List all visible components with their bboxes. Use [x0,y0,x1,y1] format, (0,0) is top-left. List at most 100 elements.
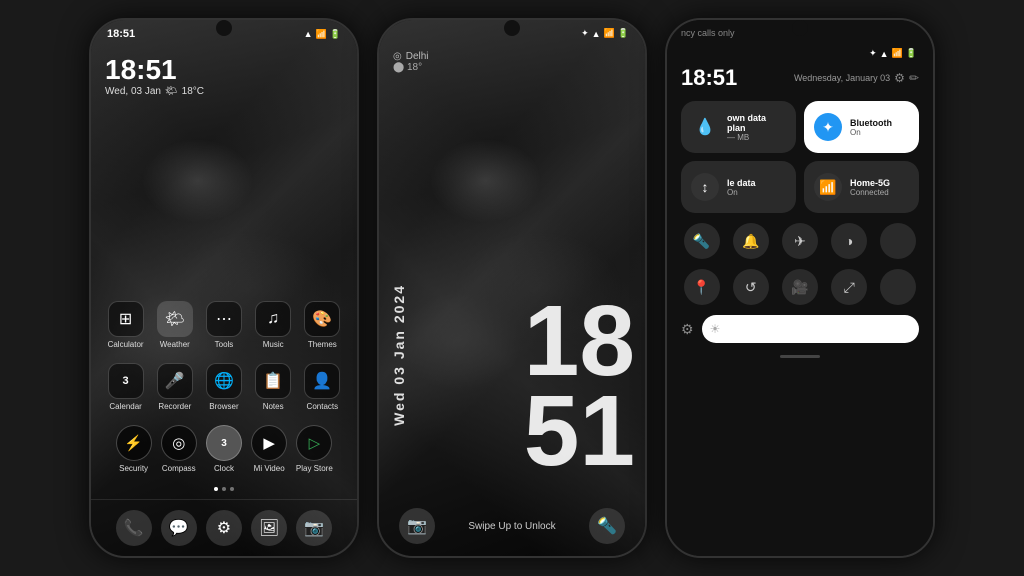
app-notes[interactable]: 📋 Notes [251,363,295,411]
dock-gallery[interactable]: 🖼 [251,510,287,546]
phone-3: ncy calls only ✦ ▲ 📶 🔋 18:51 Wednesday, … [665,18,935,558]
weather-icon-1: 🌤 [165,86,178,97]
data-plan-icon: 💧 [691,113,719,141]
empty-quick-btn-1 [880,223,916,259]
phone3-handle [780,355,820,358]
dock-messages[interactable]: 💬 [161,510,197,546]
status-icons-1: ▲ 📶 🔋 [304,29,341,40]
app-themes[interactable]: 🎨 Themes [300,301,344,349]
themes-label: Themes [308,340,337,349]
page-dots-1 [101,483,347,495]
app-security[interactable]: ⚡ Security [112,425,156,473]
phone3-date: Wednesday, January 03 [794,73,890,83]
phone3-status-bar: 18:51 Wednesday, January 03 ⚙ ✏ [667,63,933,95]
security-icon: ⚡ [116,425,152,461]
bluetooth-tile[interactable]: ✦ Bluetooth On [804,101,919,153]
app-mivideo[interactable]: ▶ Mi Video [247,425,291,473]
weather-label: Weather [160,340,190,349]
brightness-row: ⚙ ☀ [667,309,933,349]
signal-icon: ▲ [304,29,313,39]
contrast-quick-btn[interactable]: ◑ [831,223,867,259]
calendar-label: Calendar [109,402,141,411]
app-music[interactable]: ♫ Music [251,301,295,349]
mobile-data-text: le data On [727,178,786,197]
wifi-tile[interactable]: 📶 Home-5G Connected [804,161,919,213]
app-contacts[interactable]: 👤 Contacts [300,363,344,411]
brightness-bar[interactable]: ☀ [702,315,919,343]
app-clock[interactable]: 3 Clock [202,425,246,473]
bt-icon-2: ✦ [581,28,589,39]
battery-icon-2: 🔋 [618,28,629,39]
phone2-date-side: Wed 03 Jan 2024 [391,284,407,426]
edit-icon-3[interactable]: ✏ [909,71,919,85]
brightness-low-icon: ⚙ [681,321,694,338]
recorder-icon: 🎤 [157,363,193,399]
phone2-content: ✦ ▲ 📶 🔋 ◎ Delhi ⬤ 18° Wed 03 Jan 2024 18… [379,20,645,556]
signal-icon-3: ▲ [880,49,889,59]
notes-icon: 📋 [255,363,291,399]
dot-1 [222,487,226,491]
dock-settings[interactable]: ⚙ [206,510,242,546]
app-weather[interactable]: 🌤 Weather [153,301,197,349]
status-time-1: 18:51 [107,28,135,40]
dock-camera[interactable]: 📷 [296,510,332,546]
app-tools[interactable]: ⋯ Tools [202,301,246,349]
data-plan-tile[interactable]: 💧 own data plan — MB [681,101,796,153]
themes-icon: 🎨 [304,301,340,337]
notch-2 [504,20,520,36]
phone3-time: 18:51 [681,65,737,91]
phone3-content: ncy calls only ✦ ▲ 📶 🔋 18:51 Wednesday, … [667,20,933,556]
app-compass[interactable]: ◎ Compass [157,425,201,473]
app-calculator[interactable]: ⊞ Calculator [104,301,148,349]
browser-icon: 🌐 [206,363,242,399]
temp-label-2: 18° [407,62,422,73]
flashlight-bottom-icon[interactable]: 🔦 [589,508,625,544]
wifi-text: Home-5G Connected [850,178,909,197]
wifi-name: Home-5G [850,178,909,188]
clock-display-1: 18:51 [105,54,343,86]
empty-quick-btn-2 [880,269,916,305]
data-plan-sub: — MB [727,133,786,142]
recorder-label: Recorder [158,402,191,411]
camera-dot-icon: ◎ [393,51,402,62]
calendar-icon: 3 [108,363,144,399]
app-calendar[interactable]: 3 Calendar [104,363,148,411]
weather-dot-icon: ⬤ [393,62,404,73]
app-browser[interactable]: 🌐 Browser [202,363,246,411]
phone1-clock: 18:51 Wed, 03 Jan 🌤 18°C [91,44,357,101]
phone2-clock-big: 18 51 [524,296,635,476]
clock-label: Clock [214,464,234,473]
bt-icon-3: ✦ [869,48,877,59]
special-row: ⚡ Security ◎ Compass 3 Clock ▶ Mi Video … [101,425,347,473]
mobile-data-tile[interactable]: ↕ le data On [681,161,796,213]
app-playstore[interactable]: ▷ Play Store [292,425,336,473]
bluetooth-name: Bluetooth [850,118,909,128]
compass-icon: ◎ [161,425,197,461]
signal-icon-2: ▲ [592,29,601,39]
settings-icon-3[interactable]: ⚙ [894,71,905,85]
flashlight-quick-btn[interactable]: 🔦 [684,223,720,259]
quick-buttons-row2: 📍 ↺ 🎥 ⤢ [667,263,933,309]
phone-1: 18:51 ▲ 📶 🔋 18:51 Wed, 03 Jan 🌤 18°C ⊞ C… [89,18,359,558]
video-quick-btn[interactable]: 🎥 [782,269,818,305]
dock-phone[interactable]: 📞 [116,510,152,546]
tools-icon: ⋯ [206,301,242,337]
rotate-quick-btn[interactable]: ↺ [733,269,769,305]
location-quick-btn[interactable]: 📍 [684,269,720,305]
notch-1 [216,20,232,36]
wifi-icon-3: 📶 [892,48,903,59]
expand-quick-btn[interactable]: ⤢ [831,269,867,305]
control-grid: 💧 own data plan — MB ✦ Bluetooth On ↕ le… [667,95,933,219]
app-recorder[interactable]: 🎤 Recorder [153,363,197,411]
playstore-label: Play Store [296,464,333,473]
airplane-quick-btn[interactable]: ✈ [782,223,818,259]
dock-bar: 📞 💬 ⚙ 🖼 📷 [91,499,357,556]
camera-bottom-icon[interactable]: 📷 [399,508,435,544]
date-display-1: Wed, 03 Jan 🌤 18°C [105,86,343,97]
quick-buttons-row1: 🔦 🔔 ✈ ◑ [667,219,933,263]
status-icons-3: ✦ ▲ 📶 🔋 [869,48,917,59]
dot-2 [230,487,234,491]
alarm-quick-btn[interactable]: 🔔 [733,223,769,259]
status-icons-2: ✦ ▲ 📶 🔋 [581,28,629,39]
phone2-weather: ◎ Delhi [379,43,645,62]
